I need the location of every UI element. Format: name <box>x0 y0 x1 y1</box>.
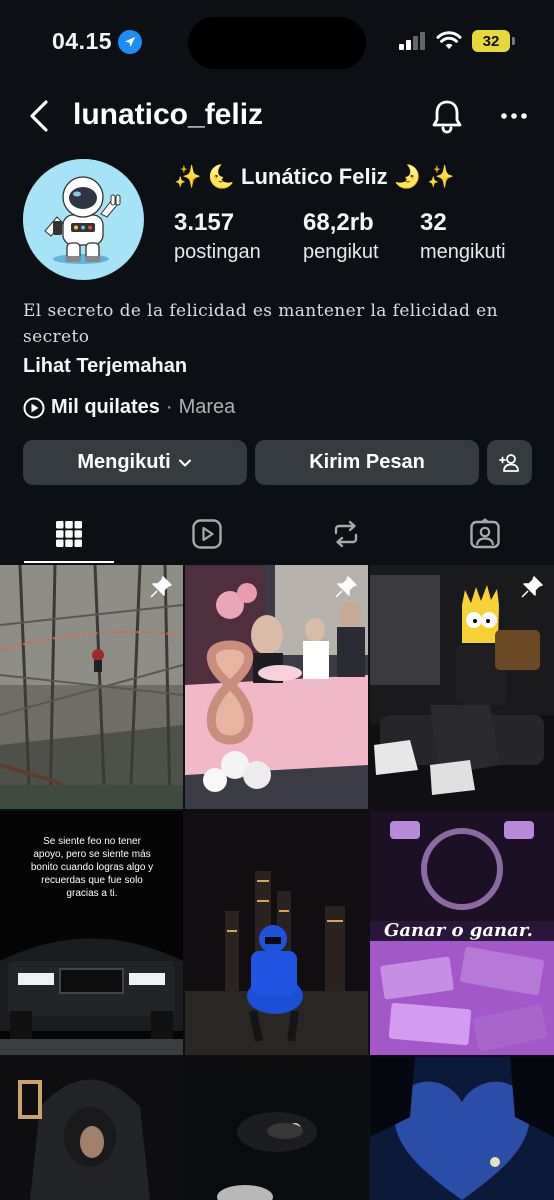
repost-icon <box>334 520 358 548</box>
bio-text: El secreto de la felicidad es mantener l… <box>23 301 498 347</box>
reels-icon <box>192 519 222 549</box>
post-thumbnail[interactable]: Se siente feo no tener apoyo, pero se si… <box>0 811 183 1055</box>
wifi-icon <box>436 31 462 49</box>
post-thumbnail[interactable] <box>185 565 368 809</box>
back-icon[interactable] <box>22 96 58 136</box>
post-thumbnail[interactable] <box>0 565 183 809</box>
signal-icon <box>399 32 425 50</box>
night-city-photo <box>185 811 368 1055</box>
play-circle-icon <box>23 397 45 418</box>
post-thumbnail[interactable]: Ganar o ganar. <box>370 811 554 1055</box>
moon-clouds-photo <box>185 1057 368 1200</box>
profile-header: lunatico_feliz <box>0 88 554 144</box>
page-title-username: lunatico_feliz <box>73 98 264 131</box>
pin-icon <box>521 576 543 598</box>
post-quote-text: Se siente feo no tener apoyo, pero se si… <box>30 836 154 899</box>
profile-tabs <box>0 505 554 563</box>
location-icon <box>118 29 143 54</box>
tagged-person-icon <box>470 518 500 549</box>
more-options-icon[interactable] <box>496 98 532 134</box>
send-message-button[interactable]: Kirim Pesan <box>255 440 479 485</box>
posts-grid: Se siente feo no tener apoyo, pero se si… <box>0 565 554 1200</box>
time-text: 04.15 <box>52 28 113 54</box>
post-caption-text: Ganar o ganar. <box>384 920 533 941</box>
add-person-icon <box>498 453 519 472</box>
hooded-figure-photo <box>0 1057 183 1200</box>
pin-icon <box>335 576 357 598</box>
grid-icon <box>56 521 82 547</box>
suggest-people-button[interactable] <box>487 440 532 485</box>
chevron-down-icon <box>178 459 191 466</box>
bell-icon[interactable] <box>430 96 464 136</box>
stat-following-value: 32 <box>420 209 447 236</box>
tab-posts-grid[interactable] <box>0 505 138 563</box>
heart-hands-photo <box>370 1057 554 1200</box>
bart-cartoon-image <box>370 565 554 809</box>
following-button[interactable]: Mengikuti <box>23 440 247 485</box>
music-title: Mil quilates <box>51 396 160 418</box>
stat-following[interactable]: 32 mengikuti <box>420 208 506 266</box>
status-icons: 32 <box>398 30 515 52</box>
stat-posts-value: 3.157 <box>174 209 235 236</box>
stat-posts[interactable]: 3.157 postingan <box>174 208 261 266</box>
tab-tagged[interactable] <box>416 505 554 563</box>
pin-icon <box>150 576 172 598</box>
active-tab-indicator <box>24 561 114 563</box>
dynamic-island <box>188 17 366 69</box>
profile-music[interactable]: Mil quilates · Marea <box>23 396 235 419</box>
stat-posts-label: postingan <box>174 241 261 263</box>
battery-indicator: 32 <box>472 30 515 52</box>
tab-reels[interactable] <box>138 505 276 563</box>
status-time: 04.15 <box>52 28 143 55</box>
stat-following-label: mengikuti <box>420 241 506 263</box>
astronaut-image <box>23 159 143 279</box>
post-thumbnail[interactable] <box>185 1057 368 1200</box>
post-thumbnail[interactable] <box>370 1057 554 1200</box>
see-translation-link[interactable]: Lihat Terjemahan <box>23 355 187 378</box>
status-bar: 04.15 32 <box>0 0 554 84</box>
following-button-label: Mengikuti <box>77 451 171 473</box>
avatar[interactable] <box>23 159 144 280</box>
forest-photo <box>0 565 183 809</box>
post-thumbnail[interactable] <box>185 811 368 1055</box>
tab-reposts[interactable] <box>277 505 415 563</box>
battery-level: 32 <box>482 32 500 50</box>
post-thumbnail[interactable] <box>370 565 554 809</box>
send-message-label: Kirim Pesan <box>309 451 425 473</box>
music-artist: Marea <box>178 396 236 418</box>
music-separator: · <box>165 396 173 418</box>
display-name: ✨ 🌜 Lunático Feliz 🌛 ✨ <box>174 164 455 189</box>
post-thumbnail[interactable] <box>0 1057 183 1200</box>
stat-followers[interactable]: 68,2rb pengikut <box>303 208 379 266</box>
stat-followers-label: pengikut <box>303 241 379 263</box>
birthday-party-photo <box>185 565 368 809</box>
stat-followers-value: 68,2rb <box>303 209 374 236</box>
